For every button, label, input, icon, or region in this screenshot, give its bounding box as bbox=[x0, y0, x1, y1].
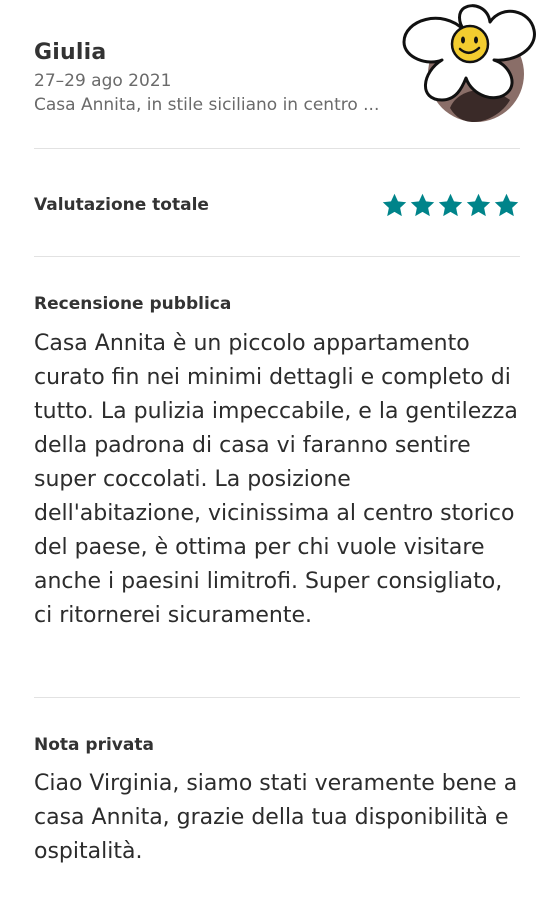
flower-smiley-avatar-icon bbox=[402, 4, 536, 122]
rating-label: Valutazione totale bbox=[34, 195, 209, 215]
divider bbox=[34, 256, 520, 257]
star-icon bbox=[466, 193, 491, 216]
review-header: Giulia 27–29 ago 2021 Casa Annita, in st… bbox=[34, 40, 414, 115]
rating-stars bbox=[381, 192, 520, 219]
listing-name[interactable]: Casa Annita, in stile siciliano in centr… bbox=[34, 95, 414, 115]
private-note-text: Ciao Virginia, siamo stati veramente ben… bbox=[34, 771, 518, 864]
stay-dates: 27–29 ago 2021 bbox=[34, 71, 172, 91]
star-icon bbox=[494, 193, 519, 216]
star-icon bbox=[438, 193, 463, 216]
overall-rating: Valutazione totale bbox=[34, 190, 520, 220]
private-note-title: Nota privata bbox=[34, 735, 154, 755]
star-icon bbox=[382, 193, 407, 216]
star-icon bbox=[410, 193, 435, 216]
divider bbox=[34, 148, 520, 149]
guest-name: Giulia bbox=[34, 40, 107, 65]
public-review-text: Casa Annita è un piccolo appartamento cu… bbox=[34, 331, 518, 628]
public-review-title: Recensione pubblica bbox=[34, 294, 232, 314]
guest-avatar[interactable] bbox=[398, 0, 548, 130]
divider bbox=[34, 697, 520, 698]
